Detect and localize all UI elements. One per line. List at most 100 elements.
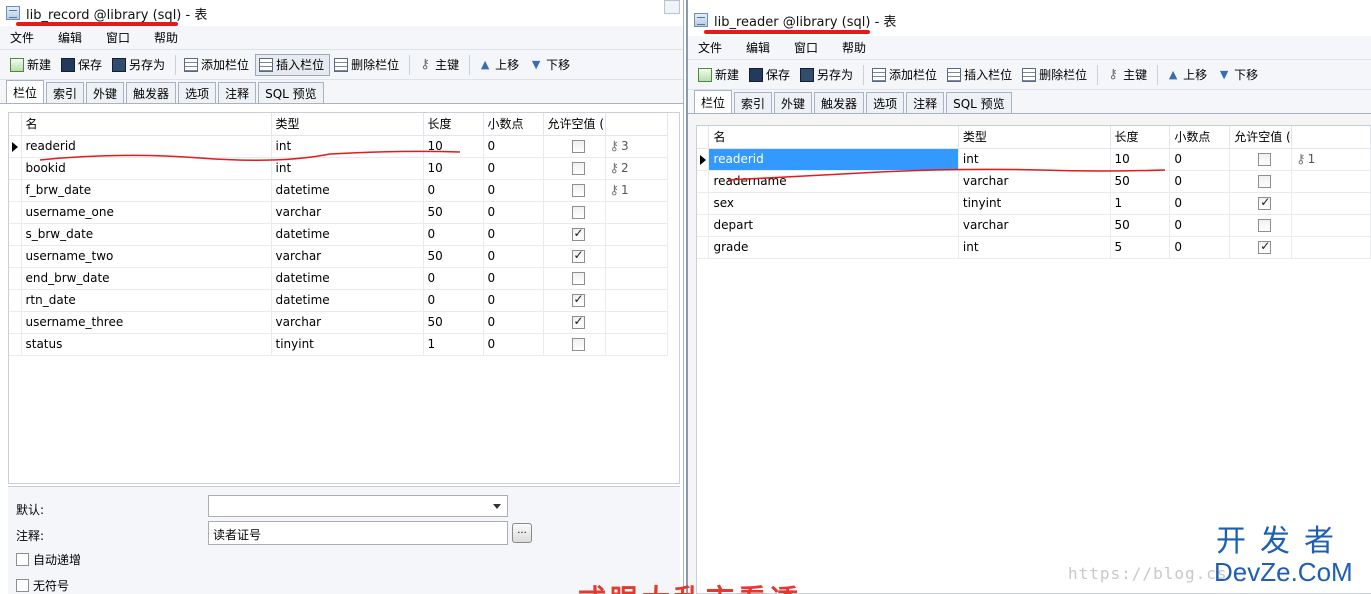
table-row[interactable]: username_two varchar 50 0 [9, 245, 668, 268]
field-type-cell[interactable]: varchar [958, 214, 1111, 237]
scroll-button[interactable] [664, 0, 680, 14]
move-down-button[interactable]: ▼ 下移 [1213, 64, 1264, 86]
tab-foreign-keys[interactable]: 外键 [774, 92, 813, 113]
field-type-cell[interactable]: tinyint [271, 333, 424, 356]
field-name-cell[interactable]: readerid [21, 135, 272, 158]
allow-null-cell[interactable] [543, 135, 606, 158]
allow-null-cell[interactable] [543, 289, 606, 312]
field-decimal-cell[interactable]: 0 [483, 135, 544, 158]
field-type-cell[interactable]: varchar [271, 201, 424, 224]
field-length-cell[interactable]: 1 [1110, 192, 1171, 215]
allow-null-cell[interactable] [1229, 236, 1293, 259]
table-row[interactable]: depart varchar 50 0 [697, 214, 1371, 237]
allow-null-checkbox[interactable] [1258, 195, 1272, 210]
row-indicator[interactable] [697, 192, 710, 215]
allow-null-checkbox[interactable] [571, 248, 585, 263]
save-button[interactable]: 保存 [57, 54, 108, 76]
allow-null-cell[interactable] [543, 311, 606, 334]
default-combobox[interactable] [208, 495, 508, 517]
new-button[interactable]: 新建 [6, 54, 57, 76]
tab-triggers[interactable]: 触发器 [126, 82, 177, 103]
field-length-cell[interactable]: 0 [423, 179, 484, 202]
insert-field-button[interactable]: 插入栏位 [255, 53, 331, 76]
col-type-header[interactable]: 类型 [271, 113, 424, 136]
allow-null-checkbox[interactable] [1258, 153, 1272, 166]
allow-null-checkbox[interactable] [1258, 239, 1272, 254]
allow-null-checkbox[interactable] [571, 206, 585, 219]
row-indicator[interactable] [9, 267, 22, 290]
comment-input[interactable]: 读者证号 [208, 521, 508, 545]
menu-edit[interactable]: 编辑 [48, 29, 96, 46]
move-up-button[interactable]: ▲ 上移 [1162, 64, 1213, 86]
field-length-cell[interactable]: 10 [1110, 148, 1171, 171]
table-row[interactable]: readerid int 10 0 ⚷ 3 [9, 135, 668, 158]
field-type-cell[interactable]: varchar [271, 311, 424, 334]
field-name-cell[interactable]: grade [708, 236, 959, 259]
move-down-button[interactable]: ▼ 下移 [525, 54, 576, 76]
allow-null-checkbox[interactable] [571, 338, 585, 351]
table-row[interactable]: status tinyint 1 0 [9, 333, 668, 356]
field-decimal-cell[interactable]: 0 [483, 245, 544, 268]
field-type-cell[interactable]: datetime [271, 223, 424, 246]
table-row[interactable]: readername varchar 50 0 [697, 170, 1371, 193]
table-row[interactable]: s_brw_date datetime 0 0 [9, 223, 668, 246]
allow-null-cell[interactable] [1229, 214, 1293, 237]
allow-null-checkbox[interactable] [571, 314, 585, 329]
field-length-cell[interactable]: 0 [423, 289, 484, 312]
field-length-cell[interactable]: 0 [423, 223, 484, 246]
tab-indexes[interactable]: 索引 [734, 92, 773, 113]
tab-comment[interactable]: 注释 [218, 82, 257, 103]
field-name-cell[interactable]: readerid [708, 147, 959, 171]
field-name-cell[interactable]: username_one [21, 201, 272, 224]
allow-null-checkbox[interactable] [571, 184, 585, 197]
field-length-cell[interactable]: 10 [423, 157, 484, 180]
field-decimal-cell[interactable]: 0 [483, 311, 544, 334]
new-button[interactable]: 新建 [694, 64, 745, 86]
allow-null-checkbox[interactable] [1258, 175, 1272, 188]
field-name-cell[interactable]: f_brw_date [21, 179, 272, 202]
row-indicator[interactable] [9, 157, 22, 180]
field-decimal-cell[interactable]: 0 [483, 333, 544, 356]
row-indicator[interactable] [9, 289, 22, 312]
field-type-cell[interactable]: int [271, 157, 424, 180]
tab-indexes[interactable]: 索引 [46, 82, 85, 103]
table-row[interactable]: rtn_date datetime 0 0 [9, 289, 668, 312]
row-indicator[interactable] [9, 135, 22, 158]
field-decimal-cell[interactable]: 0 [483, 267, 544, 290]
allow-null-checkbox[interactable] [571, 162, 585, 175]
col-length-header[interactable]: 长度 [1110, 126, 1171, 149]
field-decimal-cell[interactable]: 0 [483, 223, 544, 246]
field-decimal-cell[interactable]: 0 [1169, 236, 1231, 259]
col-decimal-header[interactable]: 小数点 [483, 113, 544, 136]
save-as-button[interactable]: 另存为 [796, 64, 859, 86]
table-row[interactable]: grade int 5 0 [697, 236, 1371, 259]
field-name-cell[interactable]: status [21, 333, 272, 356]
allow-null-checkbox[interactable] [571, 140, 585, 153]
menu-window[interactable]: 窗口 [96, 29, 144, 46]
allow-null-cell[interactable] [1229, 192, 1293, 215]
field-name-cell[interactable]: readername [708, 170, 959, 193]
row-indicator[interactable] [9, 333, 22, 356]
table-row[interactable]: readerid int 10 0 ⚷ 1 [697, 147, 1371, 171]
field-length-cell[interactable]: 50 [1110, 214, 1171, 237]
allow-null-cell[interactable] [1229, 148, 1293, 171]
field-type-cell[interactable]: datetime [271, 289, 424, 312]
auto-increment-checkbox[interactable]: 自动递增 [16, 551, 81, 568]
allow-null-checkbox[interactable] [571, 292, 585, 307]
field-type-cell[interactable]: varchar [271, 245, 424, 268]
table-row[interactable]: end_brw_date datetime 0 0 [9, 267, 668, 290]
delete-field-button[interactable]: 删除栏位 [1018, 64, 1093, 86]
comment-edit-button[interactable]: ... [512, 523, 532, 543]
col-nullable-header[interactable]: 允许空值 ( [543, 113, 606, 136]
unsigned-checkbox[interactable]: 无符号 [16, 577, 69, 594]
table-row[interactable]: f_brw_date datetime 0 0 ⚷ 1 [9, 179, 668, 202]
menu-help[interactable]: 帮助 [832, 39, 880, 56]
field-decimal-cell[interactable]: 0 [483, 201, 544, 224]
row-indicator[interactable] [697, 214, 710, 237]
insert-field-button[interactable]: 插入栏位 [943, 64, 1018, 86]
allow-null-cell[interactable] [543, 267, 606, 290]
menu-window[interactable]: 窗口 [784, 39, 832, 56]
col-type-header[interactable]: 类型 [958, 126, 1111, 149]
row-indicator[interactable] [9, 179, 22, 202]
allow-null-checkbox[interactable] [571, 272, 585, 285]
